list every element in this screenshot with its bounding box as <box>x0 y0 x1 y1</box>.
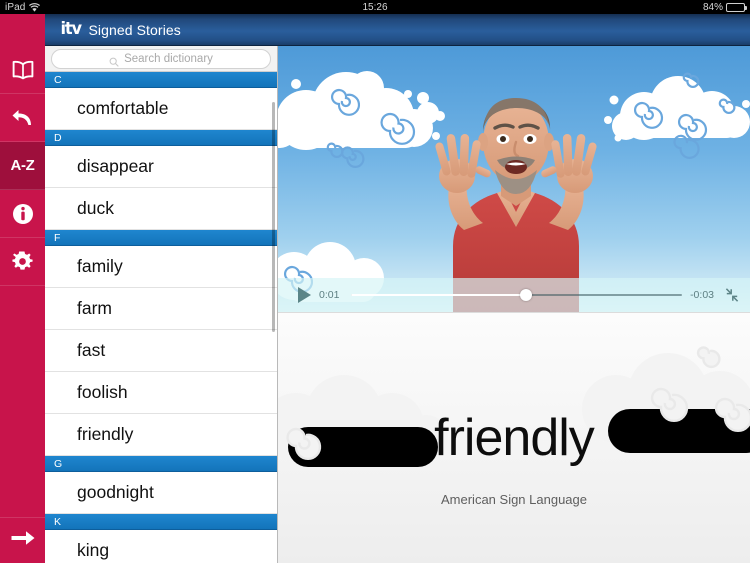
scrubber-slider[interactable] <box>351 288 682 302</box>
content-pane: 0:01 -0:03 friendly American Sign Langua… <box>278 46 750 563</box>
status-bar: iPad 15:26 84% <box>0 0 750 14</box>
scrubber-handle[interactable] <box>520 289 533 301</box>
shrink-arrows-icon[interactable] <box>724 287 740 303</box>
word-title: friendly <box>434 409 595 467</box>
status-bar-right: 84% <box>702 1 747 13</box>
back-arrow-icon <box>11 108 35 128</box>
section-header: G <box>45 456 277 472</box>
word-language-label: American Sign Language <box>441 492 587 507</box>
section-header: D <box>45 130 277 146</box>
list-item[interactable]: fast <box>45 330 277 372</box>
sidebar-item-az[interactable]: A-Z <box>0 142 45 190</box>
book-icon <box>10 60 36 80</box>
list-item[interactable]: farm <box>45 288 277 330</box>
info-icon <box>12 203 34 225</box>
play-icon[interactable] <box>298 287 311 303</box>
app-header: itv Signed Stories <box>0 14 750 46</box>
remaining-time-label: -0:03 <box>690 289 714 301</box>
sidebar-item-library[interactable] <box>0 46 45 94</box>
video-player[interactable]: 0:01 -0:03 <box>278 46 750 312</box>
list-item[interactable]: king <box>45 530 277 563</box>
search-input[interactable]: Search dictionary <box>51 48 271 69</box>
itv-logo: itv <box>60 19 83 39</box>
section-header: F <box>45 230 277 246</box>
section-header: C <box>45 72 277 88</box>
status-bar-clock: 15:26 <box>362 1 388 13</box>
battery-icon <box>726 2 747 12</box>
list-item[interactable]: goodnight <box>45 472 277 514</box>
search-bar: Search dictionary <box>45 46 277 72</box>
dictionary-list[interactable]: Ccomfortable Ddisappear duck Ffamily farm fas… <box>45 72 277 563</box>
scrubber-filled <box>351 294 527 296</box>
list-item[interactable]: family <box>45 246 277 288</box>
battery-percent-label: 84% <box>702 1 723 13</box>
swirl-decoration-left <box>341 146 365 168</box>
sidebar-item-az-label: A-Z <box>10 157 35 174</box>
list-item[interactable]: foolish <box>45 372 277 414</box>
arrow-right-icon <box>10 529 36 552</box>
gear-icon <box>11 250 34 273</box>
app-title: Signed Stories <box>88 21 181 38</box>
search-placeholder: Search dictionary <box>124 52 213 65</box>
sidebar-item-settings[interactable] <box>0 238 45 286</box>
list-item[interactable]: disappear <box>45 146 277 188</box>
app-root: iPad 15:26 84% itv Signed Stories A-Z Se… <box>0 0 750 563</box>
sidebar-item-next[interactable] <box>0 517 45 563</box>
list-item[interactable]: duck <box>45 188 277 230</box>
search-icon <box>109 54 119 67</box>
sidebar-item-info[interactable] <box>0 190 45 238</box>
list-scrollbar[interactable] <box>272 102 275 332</box>
sidebar-item-back[interactable] <box>0 94 45 142</box>
section-header: K <box>45 514 277 530</box>
word-detail-panel: friendly American Sign Language <box>278 312 750 563</box>
list-item[interactable]: friendly <box>45 414 277 456</box>
current-time-label: 0:01 <box>319 289 340 301</box>
list-item[interactable]: comfortable <box>45 88 277 130</box>
player-controls: 0:01 -0:03 <box>278 278 750 312</box>
left-rail: A-Z <box>0 14 45 563</box>
dictionary-pane: Search dictionary Ccomfortable Ddisappear… <box>45 46 278 563</box>
